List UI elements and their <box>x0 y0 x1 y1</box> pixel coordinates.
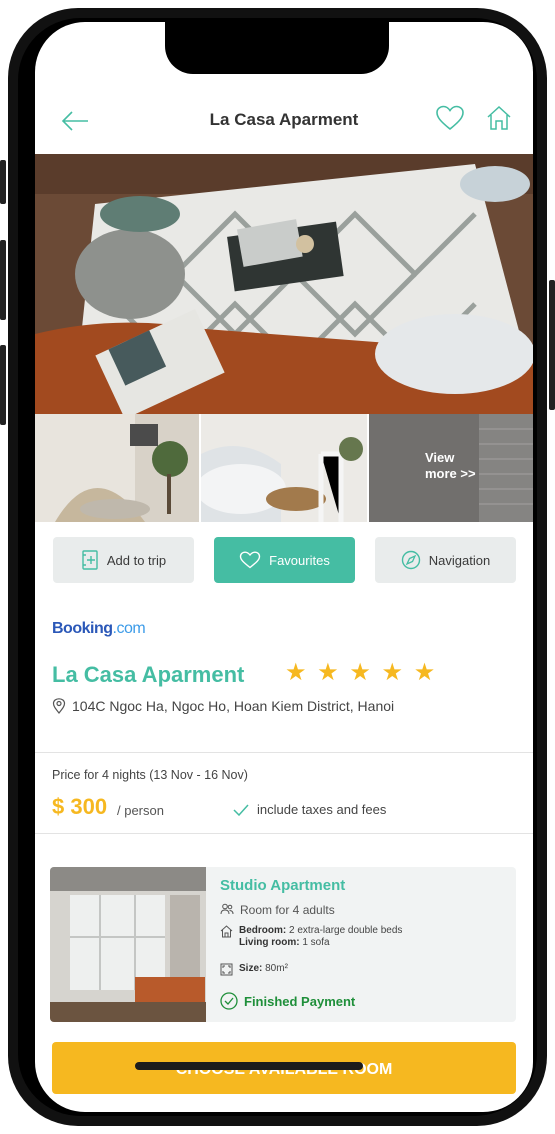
header: La Casa Aparment <box>35 92 533 152</box>
view-more-link[interactable]: View more >> <box>425 450 476 482</box>
add-to-trip-label: Add to trip <box>106 552 167 568</box>
divider <box>35 833 533 834</box>
compass-icon <box>401 550 420 570</box>
navigation-button[interactable]: Navigation <box>375 537 516 583</box>
room-capacity: Room for 4 adults <box>220 903 335 917</box>
address-text: 104C Ngoc Ha, Ngoc Ho, Hoan Kiem Distric… <box>72 698 395 714</box>
room-size: Size: 80m² <box>220 963 288 976</box>
navigation-label: Navigation <box>428 552 491 568</box>
action-buttons: Add to trip Favourites Navigation <box>53 537 516 585</box>
hero-image[interactable] <box>35 154 533 414</box>
room-size-text: Size: 80m² <box>239 963 288 975</box>
phone-notch <box>165 22 389 74</box>
living-room-label: Living room: <box>239 937 300 948</box>
phone-volume-up <box>0 240 6 320</box>
heart-icon[interactable] <box>435 104 465 132</box>
view-more-label-2: more >> <box>425 466 476 481</box>
payment-status: Finished Payment <box>220 992 355 1010</box>
taxes-note: include taxes and fees <box>233 802 386 817</box>
booking-brand: Booking <box>52 620 113 637</box>
location-pin-icon <box>52 698 66 714</box>
living-room-line: Living room: 1 sofa <box>239 937 402 949</box>
price-amount: $ 300 <box>52 794 108 819</box>
favourites-label: Favourites <box>269 552 330 568</box>
price-per: / person <box>117 803 164 818</box>
check-circle-icon <box>220 992 238 1010</box>
room-title: Studio Apartment <box>220 877 346 894</box>
check-icon <box>233 803 249 816</box>
thumbnail-2[interactable] <box>201 414 367 522</box>
home-indicator <box>135 1062 363 1070</box>
divider <box>35 752 533 753</box>
hotel-name: La Casa Aparment <box>52 662 245 687</box>
add-trip-icon <box>82 550 98 570</box>
booking-logo: Booking.com <box>52 620 146 638</box>
hotel-address: 104C Ngoc Ha, Ngoc Ho, Hoan Kiem Distric… <box>52 698 394 714</box>
booking-brand-suffix: .com <box>112 620 146 637</box>
phone-side-button <box>0 160 6 204</box>
room-image <box>50 867 206 1022</box>
bedroom-line: Bedroom: 2 extra-large double beds <box>239 925 402 937</box>
bedroom-value: 2 extra-large double beds <box>289 925 403 936</box>
room-beds-text: Bedroom: 2 extra-large double beds Livin… <box>239 925 402 949</box>
size-icon <box>220 963 233 976</box>
payment-status-text: Finished Payment <box>244 993 356 1009</box>
app-screen: La Casa Aparment View more >> Add to tri… <box>35 22 533 1112</box>
phone-power-button <box>549 280 555 410</box>
heart-icon <box>239 551 261 569</box>
price-label: Price for 4 nights (13 Nov - 16 Nov) <box>52 768 248 782</box>
favourites-button[interactable]: Favourites <box>214 537 355 583</box>
room-beds: Bedroom: 2 extra-large double beds Livin… <box>220 925 402 949</box>
thumbnail-strip: View more >> <box>35 414 533 522</box>
phone-volume-down <box>0 345 6 425</box>
thumbnail-1[interactable] <box>35 414 199 522</box>
taxes-text: include taxes and fees <box>257 802 387 817</box>
living-room-value: 1 sofa <box>302 937 330 948</box>
people-icon <box>220 903 234 915</box>
size-label: Size: <box>239 963 263 974</box>
home-icon[interactable] <box>485 104 513 132</box>
house-icon <box>220 925 233 938</box>
room-card[interactable]: Studio Apartment Room for 4 adults Bedro… <box>50 867 516 1022</box>
star-rating: ★ ★ ★ ★ ★ <box>285 659 438 686</box>
size-value: 80m² <box>265 963 288 974</box>
add-to-trip-button[interactable]: Add to trip <box>53 537 194 583</box>
room-capacity-text: Room for 4 adults <box>240 903 335 917</box>
bedroom-label: Bedroom: <box>239 925 287 936</box>
view-more-label-1: View <box>425 450 455 465</box>
